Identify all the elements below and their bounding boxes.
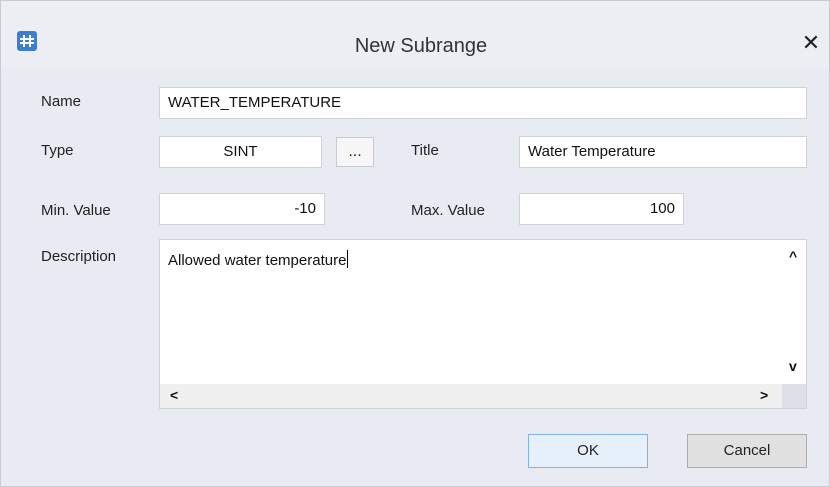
min-value-field[interactable]: -10 [159,193,325,225]
name-label: Name [41,93,82,110]
app-grid-icon [17,31,37,51]
horizontal-scrollbar[interactable]: < > [160,384,784,408]
max-value-label: Max. Value [411,202,485,219]
dialog-title: New Subrange [354,35,488,57]
scroll-down-icon[interactable]: v [789,358,797,374]
type-label: Type [41,142,74,159]
description-label: Description [41,248,117,265]
name-field[interactable]: WATER_TEMPERATURE [159,87,807,119]
description-value: Allowed water temperature [168,252,347,269]
browse-type-button[interactable]: ... [336,137,374,167]
text-caret [347,250,349,268]
scrollbar-corner [782,384,806,408]
max-value-field[interactable]: 100 [519,193,684,225]
description-textarea[interactable]: Allowed water temperature ^ v < > [159,239,807,409]
title-label: Title [411,142,439,159]
scroll-left-icon[interactable]: < [170,387,178,403]
type-field[interactable]: SINT [159,136,322,168]
cancel-button[interactable]: Cancel [687,434,807,468]
close-icon[interactable]: ✕ [799,31,823,55]
ok-button[interactable]: OK [528,434,648,468]
scroll-right-icon[interactable]: > [760,387,768,403]
scroll-up-icon[interactable]: ^ [789,248,797,264]
vertical-scrollbar[interactable]: ^ v [782,240,806,384]
min-value-label: Min. Value [41,202,111,219]
title-field[interactable]: Water Temperature [519,136,807,168]
description-text: Allowed water temperature [168,250,349,269]
new-subrange-dialog: New Subrange ✕ Name WATER_TEMPERATURE Ty… [0,0,830,487]
title-bar: New Subrange ✕ [1,1,829,69]
